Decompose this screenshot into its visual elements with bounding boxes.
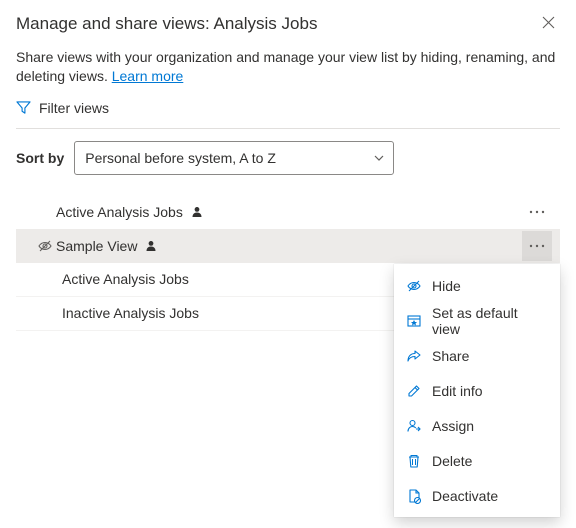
ctx-label: Set as default view (432, 305, 548, 337)
filter-views-button[interactable]: Filter views (16, 100, 560, 126)
deactivate-icon (406, 488, 422, 504)
hide-icon (406, 278, 422, 294)
ctx-hide[interactable]: Hide (394, 268, 560, 303)
more-icon (529, 210, 545, 214)
ctx-label: Assign (432, 418, 474, 434)
filter-views-label: Filter views (39, 100, 109, 116)
view-row[interactable]: Active Analysis Jobs (16, 195, 560, 229)
chevron-down-icon (373, 152, 385, 164)
ctx-edit[interactable]: Edit info (394, 373, 560, 408)
more-icon (529, 244, 545, 248)
close-icon (542, 16, 555, 29)
ctx-label: Hide (432, 278, 461, 294)
person-icon (191, 206, 203, 218)
sort-by-label: Sort by (16, 150, 64, 166)
share-icon (406, 348, 422, 364)
description-text: Share views with your organization and m… (16, 49, 555, 84)
view-label: Inactive Analysis Jobs (56, 305, 199, 321)
ctx-set-default[interactable]: Set as default view (394, 303, 560, 338)
panel-header: Manage and share views: Analysis Jobs (16, 10, 560, 34)
ctx-delete[interactable]: Delete (394, 443, 560, 478)
sort-dropdown[interactable]: Personal before system, A to Z (74, 141, 394, 175)
edit-icon (406, 383, 422, 399)
ctx-label: Share (432, 348, 469, 364)
view-row[interactable]: Sample View (16, 229, 560, 263)
more-button[interactable] (522, 231, 552, 261)
person-icon (145, 240, 157, 252)
more-button[interactable] (522, 197, 552, 227)
view-label: Sample View (56, 238, 137, 254)
panel-title: Manage and share views: Analysis Jobs (16, 10, 317, 34)
context-menu: Hide Set as default view Share Edit info… (394, 264, 560, 517)
close-button[interactable] (536, 10, 560, 34)
sort-selected-value: Personal before system, A to Z (85, 150, 276, 166)
sort-bar: Sort by Personal before system, A to Z (16, 141, 560, 175)
panel-description: Share views with your organization and m… (16, 48, 560, 86)
view-label: Active Analysis Jobs (56, 204, 183, 220)
ctx-label: Deactivate (432, 488, 498, 504)
ctx-deactivate[interactable]: Deactivate (394, 478, 560, 513)
ctx-label: Edit info (432, 383, 483, 399)
hidden-icon (34, 238, 56, 254)
ctx-assign[interactable]: Assign (394, 408, 560, 443)
view-label: Active Analysis Jobs (56, 271, 189, 287)
divider (16, 128, 560, 129)
ctx-label: Delete (432, 453, 472, 469)
delete-icon (406, 453, 422, 469)
default-icon (406, 313, 422, 329)
learn-more-link[interactable]: Learn more (112, 68, 184, 84)
assign-icon (406, 418, 422, 434)
filter-icon (16, 100, 31, 115)
ctx-share[interactable]: Share (394, 338, 560, 373)
